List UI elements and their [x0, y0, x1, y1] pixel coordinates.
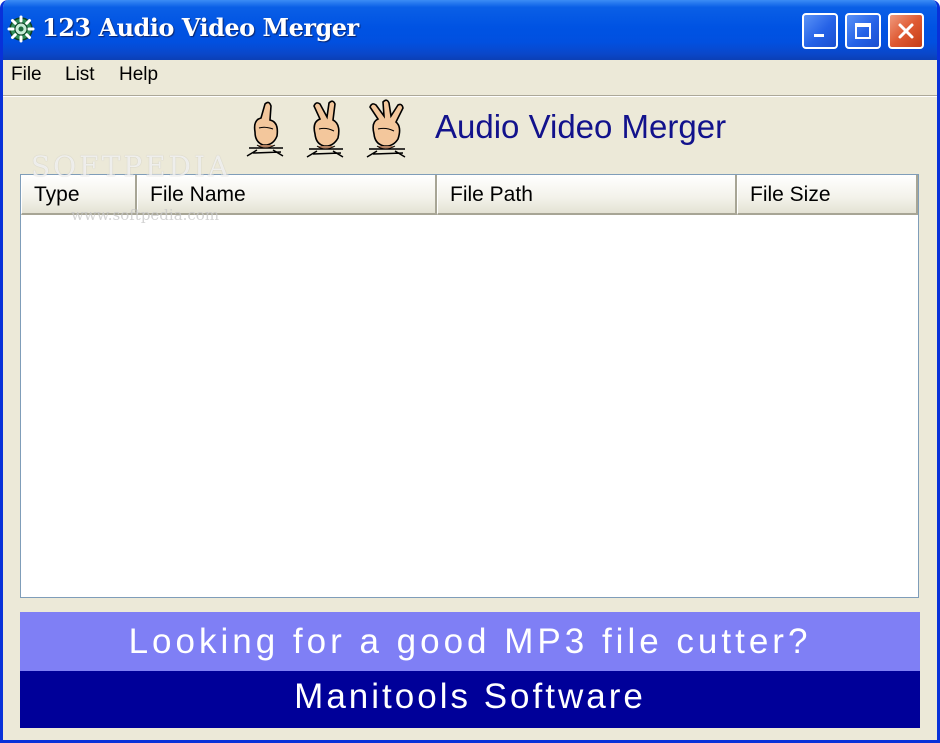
menu-separator [3, 95, 937, 97]
column-header-file-size[interactable]: File Size [737, 175, 918, 215]
maximize-button[interactable] [845, 13, 881, 49]
app-gear-icon[interactable] [7, 15, 35, 43]
minimize-icon [814, 34, 824, 37]
column-header-file-path[interactable]: File Path [437, 175, 737, 215]
menu-file[interactable]: File [11, 64, 42, 86]
close-button[interactable] [888, 13, 924, 49]
ad-banner[interactable]: Looking for a good MP3 file cutter? Mani… [20, 612, 920, 728]
file-list-header: Type File Name File Path File Size [21, 175, 918, 215]
title-bar[interactable]: 123 Audio Video Merger [3, 0, 937, 60]
ad-banner-company[interactable]: Manitools Software [20, 671, 920, 728]
app-window: 123 Audio Video Merger File List Help Au… [0, 0, 940, 743]
maximize-icon [855, 23, 871, 39]
menu-help[interactable]: Help [119, 64, 158, 86]
minimize-button[interactable] [802, 13, 838, 49]
counting-hands-icon [246, 99, 406, 158]
menu-bar: File List Help [3, 60, 937, 92]
close-icon [898, 23, 914, 39]
menu-list[interactable]: List [65, 64, 95, 86]
app-header-title: Audio Video Merger [435, 108, 727, 145]
ad-banner-headline[interactable]: Looking for a good MP3 file cutter? [20, 612, 920, 671]
column-header-file-name[interactable]: File Name [137, 175, 437, 215]
window-title: 123 Audio Video Merger [42, 13, 359, 42]
column-header-type[interactable]: Type [21, 175, 137, 215]
file-list-body[interactable] [21, 215, 918, 597]
file-list[interactable]: Type File Name File Path File Size [20, 174, 919, 598]
